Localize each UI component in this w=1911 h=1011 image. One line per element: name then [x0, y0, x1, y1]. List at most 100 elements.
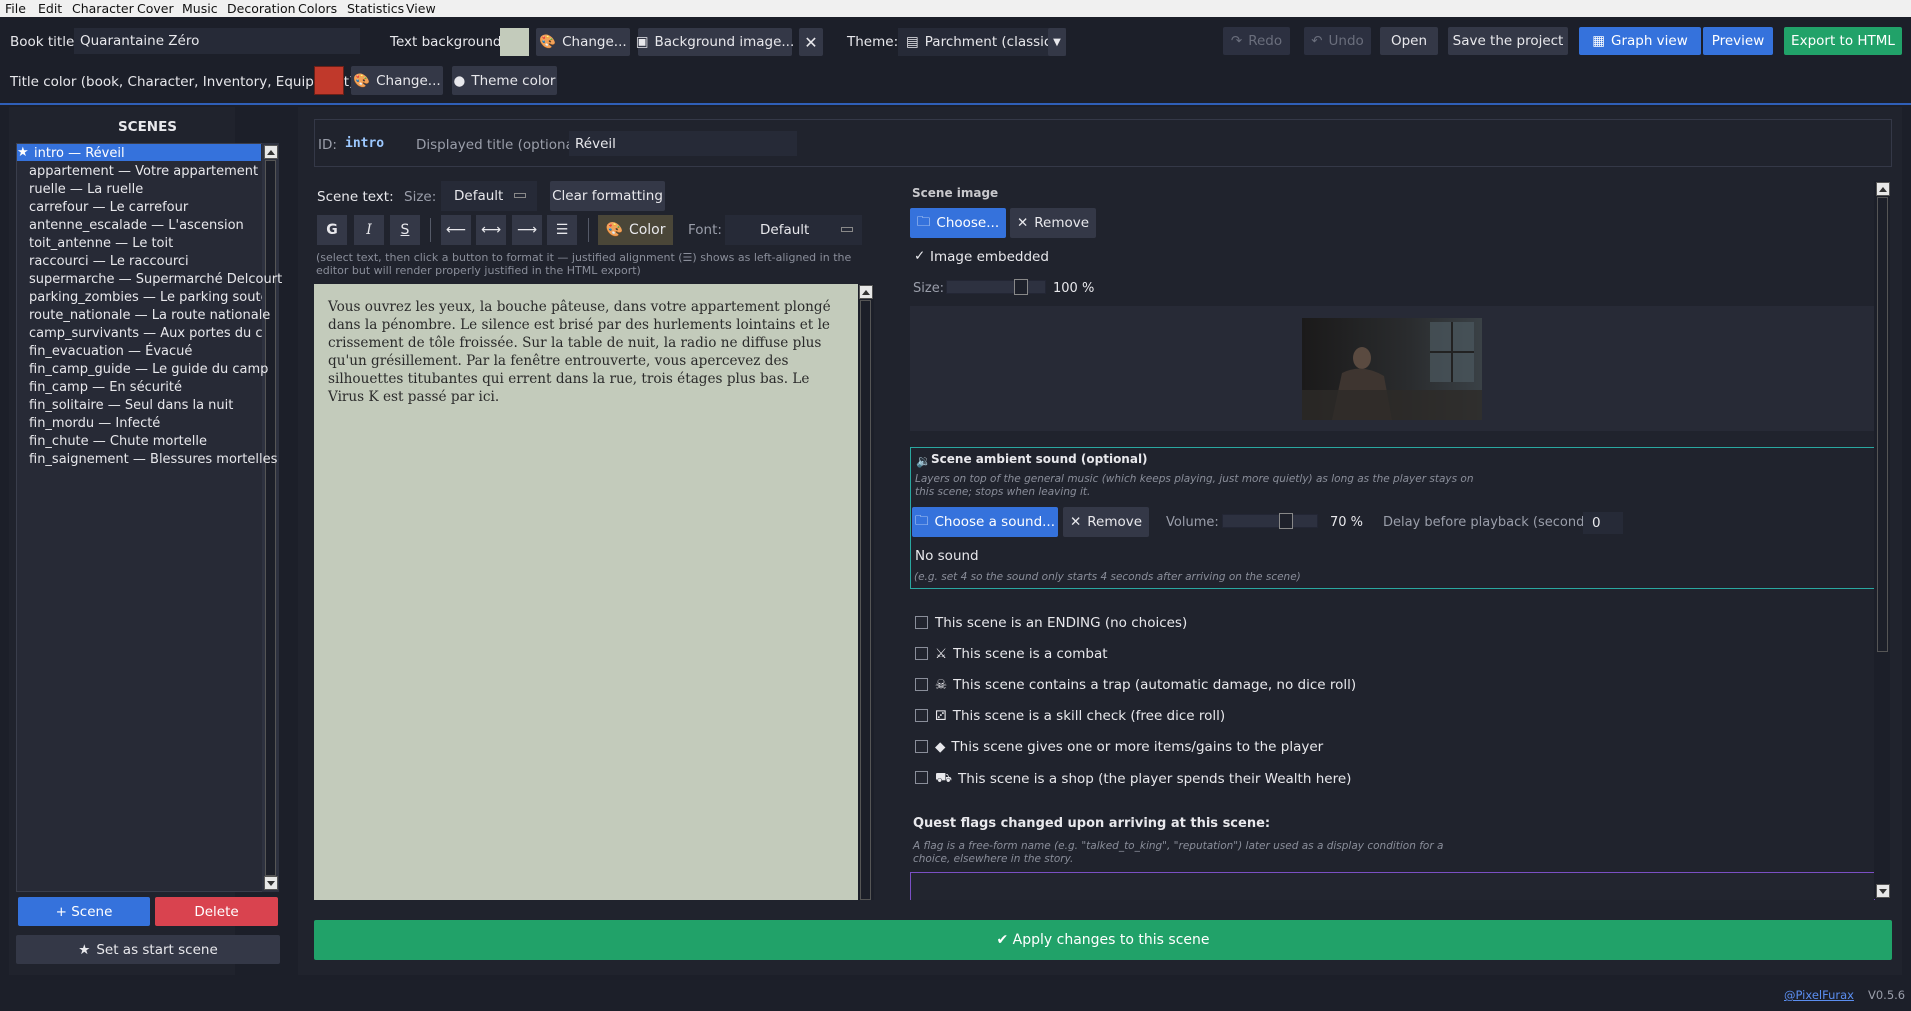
menu-character[interactable]: Character: [72, 1, 134, 16]
scene-text-editor[interactable]: Vous ouvrez les yeux, la bouche pâteuse,…: [314, 284, 859, 900]
list-item[interactable]: toit_antenne — Le toit: [29, 236, 173, 251]
version-label: V0.5.6: [1868, 988, 1906, 1002]
choose-image-button[interactable]: 🗀 Choose...: [910, 208, 1006, 238]
trap-label: ☠ This scene contains a trap (automatic d…: [935, 677, 1357, 693]
shop-checkbox[interactable]: [915, 771, 928, 784]
book-title-input[interactable]: Quarantaine Zéro: [74, 28, 360, 54]
preview-button[interactable]: Preview: [1703, 27, 1773, 55]
clear-formatting-button[interactable]: Clear formatting: [550, 181, 665, 211]
list-item[interactable]: raccourci — Le raccourci: [29, 254, 189, 269]
swords-icon: ⚔: [935, 646, 948, 662]
apply-changes-button[interactable]: ✔ Apply changes to this scene: [314, 920, 1892, 960]
list-item[interactable]: fin_mordu — Infecté: [29, 416, 160, 431]
remove-image-button[interactable]: ✕ Remove: [1010, 208, 1096, 238]
scroll-thumb[interactable]: [1877, 197, 1888, 652]
scroll-thumb[interactable]: [860, 300, 871, 900]
slider-thumb[interactable]: [1014, 279, 1028, 295]
align-right-icon[interactable]: ⟶: [512, 215, 542, 245]
remove-sound-button[interactable]: ✕ Remove: [1063, 507, 1149, 537]
list-item[interactable]: fin_camp — En sécurité: [29, 380, 182, 395]
id-label: ID:: [318, 137, 337, 153]
title-color-swatch[interactable]: [314, 66, 344, 95]
menu-view[interactable]: View: [406, 1, 436, 16]
list-item[interactable]: fin_solitaire — Seul dans la nuit: [29, 398, 233, 413]
list-item[interactable]: supermarche — Supermarché Delcourt: [29, 272, 282, 287]
volume-value: 70 %: [1330, 515, 1364, 530]
list-item[interactable]: carrefour — Le carrefour: [29, 200, 188, 215]
menu-edit[interactable]: Edit: [38, 1, 62, 16]
align-center-icon[interactable]: ⟷: [476, 215, 506, 245]
redo-button[interactable]: ↷ Redo: [1223, 27, 1290, 55]
slider-thumb[interactable]: [1279, 513, 1293, 529]
bold-button[interactable]: G: [317, 215, 347, 245]
chevron-down-icon[interactable]: ▼: [1048, 28, 1066, 56]
graph-icon: ▦: [1592, 33, 1605, 49]
add-scene-button[interactable]: + Scene: [18, 897, 150, 926]
toolbar-divider: [588, 218, 589, 242]
strike-button[interactable]: S: [390, 215, 420, 245]
open-button[interactable]: Open: [1380, 27, 1438, 55]
list-item[interactable]: route_nationale — La route nationale: [29, 308, 270, 323]
image-size-slider[interactable]: [946, 279, 1046, 295]
scroll-thumb[interactable]: [265, 160, 276, 876]
undo-button[interactable]: ↶ Undo: [1304, 27, 1371, 55]
menu-colors[interactable]: Colors: [298, 1, 337, 16]
check-icon: ✓: [914, 248, 926, 264]
skill-check-checkbox[interactable]: [915, 709, 928, 722]
combat-checkbox[interactable]: [915, 647, 928, 660]
change-text-bg-button[interactable]: 🎨 Change...: [536, 28, 630, 56]
ambient-sound-desc: Layers on top of the general music (whic…: [915, 473, 1474, 498]
format-hint: (select text, then click a button to for…: [316, 251, 852, 277]
menu-music[interactable]: Music: [182, 1, 218, 16]
choose-sound-button[interactable]: 🗀 Choose a sound...: [912, 507, 1058, 537]
quest-flags-input[interactable]: [910, 872, 1875, 900]
list-item[interactable]: fin_saignement — Blessures mortelles: [29, 452, 277, 467]
scroll-up-button[interactable]: [1876, 182, 1890, 196]
list-item[interactable]: fin_camp_guide — Le guide du camp: [29, 362, 268, 377]
scroll-down-button[interactable]: [1876, 884, 1890, 898]
delete-scene-button[interactable]: Delete: [155, 897, 278, 926]
close-icon[interactable]: ✕: [799, 28, 823, 56]
list-item[interactable]: intro — Réveil: [34, 146, 125, 161]
list-item[interactable]: parking_zombies — Le parking souterra: [29, 290, 262, 305]
list-item[interactable]: appartement — Votre appartement: [29, 164, 258, 179]
list-item[interactable]: antenne_escalade — L'ascension: [29, 218, 244, 233]
justify-icon[interactable]: ☰: [547, 215, 577, 245]
dropdown-icon[interactable]: [841, 227, 853, 232]
background-image-button[interactable]: ▣ Background image...: [635, 28, 794, 56]
list-item[interactable]: camp_survivants — Aux portes du camp: [29, 326, 262, 341]
italic-button[interactable]: I: [354, 215, 384, 245]
image-icon: ▣: [635, 34, 649, 50]
scroll-up-button[interactable]: [859, 285, 873, 299]
list-item[interactable]: fin_evacuation — Évacué: [29, 344, 192, 359]
skill-check-label: ⚂ This scene is a skill check (free dice …: [935, 708, 1226, 724]
color-button[interactable]: 🎨 Color: [598, 215, 673, 245]
export-html-button[interactable]: Export to HTML: [1784, 27, 1902, 55]
text-bg-swatch[interactable]: [500, 28, 529, 56]
menu-decoration[interactable]: Decoration: [227, 1, 296, 16]
delay-input[interactable]: 0: [1583, 512, 1623, 534]
list-item[interactable]: ruelle — La ruelle: [29, 182, 143, 197]
title-color-label: Title color (book, Character, Inventory,…: [10, 74, 359, 90]
author-link[interactable]: @PixelFurax: [1784, 988, 1854, 1002]
items-checkbox[interactable]: [915, 740, 928, 753]
align-left-icon[interactable]: ⟵: [441, 215, 471, 245]
menu-cover[interactable]: Cover: [137, 1, 174, 16]
dropdown-icon[interactable]: [514, 193, 526, 198]
star-icon: ★: [17, 145, 29, 160]
trap-checkbox[interactable]: [915, 678, 928, 691]
change-title-color-button[interactable]: 🎨 Change...: [351, 66, 443, 95]
ending-checkbox[interactable]: [915, 616, 928, 629]
menu-file[interactable]: File: [5, 1, 26, 16]
list-item[interactable]: fin_chute — Chute mortelle: [29, 434, 207, 449]
theme-select[interactable]: ▤ Parchment (classic): [898, 28, 1066, 56]
graph-view-button[interactable]: ▦ Graph view: [1579, 27, 1701, 55]
theme-color-button[interactable]: ● Theme color: [452, 66, 557, 95]
set-start-scene-button[interactable]: ★ Set as start scene: [16, 935, 280, 964]
scroll-up-button[interactable]: [264, 145, 278, 159]
save-project-button[interactable]: Save the project: [1448, 27, 1568, 55]
menu-statistics[interactable]: Statistics: [347, 1, 404, 16]
displayed-title-input[interactable]: Réveil: [569, 131, 797, 156]
volume-slider[interactable]: [1222, 513, 1318, 529]
scroll-down-button[interactable]: [264, 876, 278, 890]
